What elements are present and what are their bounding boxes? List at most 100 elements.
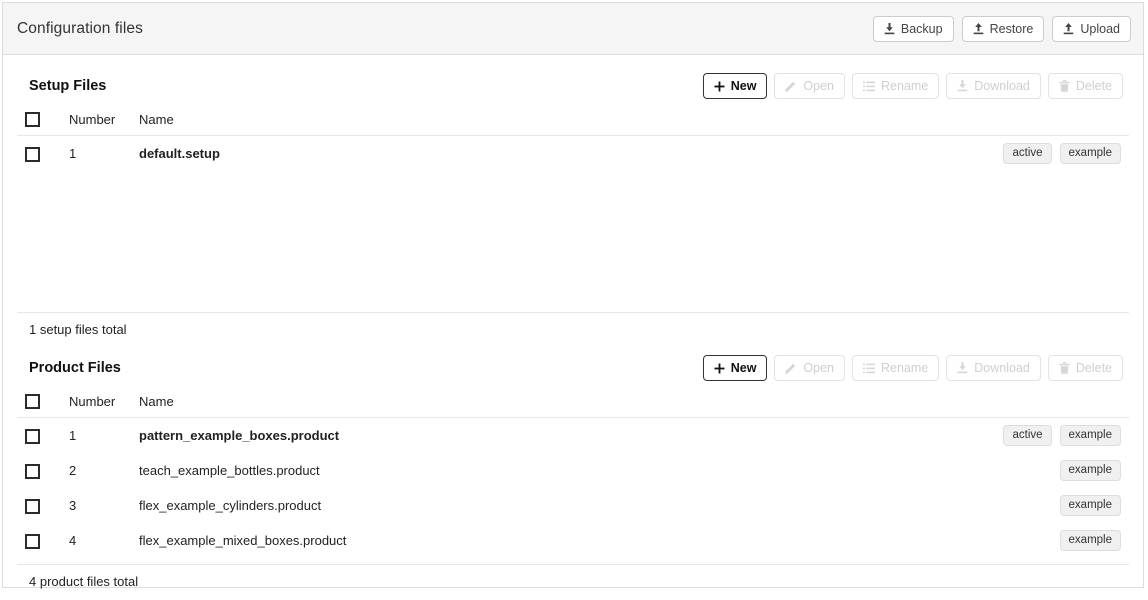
upload-icon [973,22,984,35]
product-rename-button-label: Rename [881,361,929,376]
product-new-button-label: New [730,361,757,376]
column-header-number: Number [69,389,139,419]
configuration-files-page: Configuration files Backup Restore Uploa… [2,2,1144,589]
product-delete-button[interactable]: Delete [1047,355,1123,382]
status-badge-active: active [1003,425,1052,447]
select-all-header [17,389,69,419]
table-row[interactable]: 1 default.setup active example [17,136,1129,172]
product-files-toolbar: New Open Rename Download Delete [702,355,1129,382]
product-files-table: Number Name 1 pattern_example_boxes.prod… [17,389,1129,558]
product-download-button[interactable]: Download [946,355,1041,382]
setup-new-button[interactable]: New [702,73,768,99]
row-checkbox[interactable] [25,146,40,162]
product-open-button[interactable]: Open [774,355,846,382]
table-row[interactable]: 4 flex_example_mixed_boxes.product examp… [17,523,1129,558]
row-file-name: pattern_example_boxes.product [139,428,340,444]
setup-rename-button[interactable]: Rename [852,73,940,99]
setup-new-button-label: New [730,79,757,93]
row-file-name: flex_example_mixed_boxes.product [139,533,347,549]
setup-open-button[interactable]: Open [774,73,846,99]
setup-files-section: Setup Files New Open Rename Download Del… [3,55,1143,337]
row-checkbox[interactable] [25,428,40,444]
row-select-cell [17,488,69,523]
status-badge-example: example [1059,460,1121,482]
product-files-title: Product Files [29,360,121,377]
plus-icon [714,81,725,92]
status-badge-example: example [1059,530,1121,552]
setup-files-footer: 1 setup files total [17,312,1129,337]
page-header: Configuration files Backup Restore Uploa… [3,3,1143,55]
table-row[interactable]: 3 flex_example_cylinders.product example [17,488,1129,523]
row-tags: active example [899,418,1129,454]
product-files-section: Product Files New Open Rename Download D… [3,337,1143,589]
column-header-number: Number [69,107,139,137]
product-open-button-label: Open [803,361,835,376]
row-select-cell [17,523,69,558]
row-tags: example [899,523,1129,558]
select-all-header [17,107,69,137]
table-header-row: Number Name [17,389,1129,419]
row-tags: active example [899,136,1129,172]
setup-files-header: Setup Files New Open Rename Download Del… [17,55,1129,99]
header-actions: Backup Restore Upload [872,15,1131,42]
setup-rename-button-label: Rename [881,79,929,93]
select-all-checkbox[interactable] [25,112,40,128]
trash-icon [1059,362,1070,374]
column-header-tags [899,389,1129,419]
setup-files-title: Setup Files [29,78,107,94]
upload-icon [1063,22,1074,35]
pencil-icon [785,80,797,92]
row-tags: example [899,488,1129,523]
product-new-button[interactable]: New [702,355,768,382]
row-select-cell [17,418,69,454]
row-select-cell [17,453,69,488]
product-files-footer: 4 product files total [17,564,1129,589]
status-badge-example: example [1059,425,1121,447]
row-file-name: teach_example_bottles.product [139,463,320,479]
backup-button[interactable]: Backup [872,15,954,42]
column-header-name: Name [139,389,899,419]
status-badge-example: example [1059,495,1121,517]
row-tags: example [899,453,1129,488]
row-number: 4 [69,533,77,549]
list-icon [863,81,876,92]
status-badge-example: example [1059,143,1121,165]
product-download-button-label: Download [974,361,1030,376]
status-badge-active: active [1003,143,1052,165]
download-icon [957,362,968,374]
download-icon [884,22,895,35]
download-icon [957,80,968,92]
restore-button[interactable]: Restore [961,15,1045,42]
row-select-cell [17,136,69,172]
pencil-icon [785,362,797,375]
row-file-name: default.setup [139,146,220,162]
row-checkbox[interactable] [25,463,40,479]
setup-delete-button[interactable]: Delete [1047,73,1123,99]
row-number: 1 [69,428,77,444]
setup-download-button-label: Download [974,79,1030,93]
page-title: Configuration files [17,19,143,37]
row-file-name: flex_example_cylinders.product [139,498,322,514]
product-delete-button-label: Delete [1075,361,1112,376]
column-header-name: Name [139,107,899,137]
backup-button-label: Backup [900,21,943,36]
setup-files-empty-space [17,171,1129,306]
setup-delete-button-label: Delete [1075,79,1112,93]
column-header-tags [899,107,1129,137]
upload-button[interactable]: Upload [1052,15,1131,42]
row-number: 3 [69,498,77,514]
table-row[interactable]: 1 pattern_example_boxes.product active e… [17,418,1129,454]
restore-button-label: Restore [989,21,1034,36]
setup-open-button-label: Open [803,79,835,93]
row-checkbox[interactable] [25,498,40,514]
table-row[interactable]: 2 teach_example_bottles.product example [17,453,1129,488]
setup-download-button[interactable]: Download [946,73,1041,99]
setup-files-table: Number Name 1 default.setup active examp [17,107,1129,171]
list-icon [863,363,876,374]
table-header-row: Number Name [17,107,1129,137]
select-all-checkbox[interactable] [25,394,40,410]
plus-icon [714,363,725,374]
row-checkbox[interactable] [25,533,40,549]
trash-icon [1059,80,1070,92]
product-rename-button[interactable]: Rename [852,355,940,382]
